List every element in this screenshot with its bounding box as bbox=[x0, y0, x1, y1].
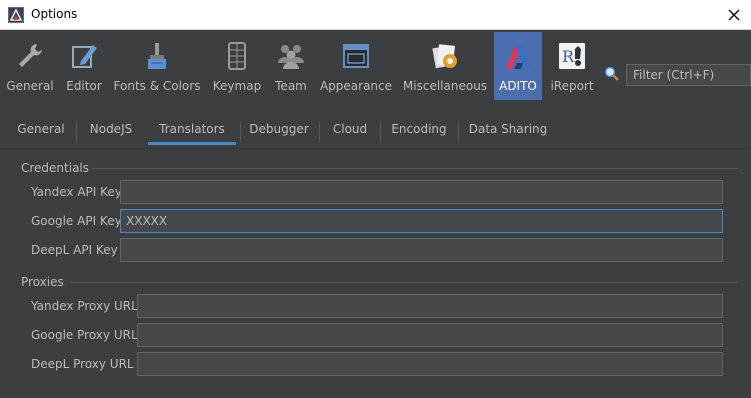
yandex-api-key-field[interactable] bbox=[120, 180, 723, 204]
tab-label: Data Sharing bbox=[468, 122, 548, 136]
section-divider bbox=[70, 282, 738, 283]
tab-cloud[interactable]: Cloud bbox=[323, 113, 377, 145]
yandex-proxy-url-label: Yandex Proxy URL bbox=[31, 299, 138, 313]
tab-nodejs[interactable]: NodeJS bbox=[80, 113, 142, 145]
google-api-key-field[interactable] bbox=[120, 209, 723, 233]
window-title: Options bbox=[31, 7, 78, 21]
category-fonts-colors[interactable]: Fonts & Colors bbox=[113, 32, 201, 100]
tab-label: Translators bbox=[159, 122, 225, 136]
close-icon bbox=[728, 9, 740, 21]
category-editor[interactable]: Editor bbox=[63, 32, 105, 100]
credentials-section-title: Credentials bbox=[21, 161, 90, 175]
category-toolbar: General Editor Fonts & Colors Keymap Tea… bbox=[0, 30, 751, 100]
wrench-icon bbox=[14, 40, 46, 72]
category-label: Keymap bbox=[212, 79, 262, 93]
category-label: Team bbox=[275, 79, 307, 93]
section-divider bbox=[92, 168, 738, 169]
tab-separator bbox=[240, 121, 241, 143]
ireport-icon: R bbox=[556, 40, 588, 72]
deepl-proxy-url-field[interactable] bbox=[137, 352, 723, 376]
tab-separator bbox=[76, 121, 77, 143]
search-icon bbox=[604, 66, 619, 81]
miscellaneous-icon bbox=[429, 40, 461, 72]
google-api-key-label: Google API Key bbox=[31, 214, 122, 228]
category-label: ADITO bbox=[499, 79, 537, 93]
category-label: Appearance bbox=[319, 79, 393, 93]
tab-general[interactable]: General bbox=[10, 113, 72, 145]
category-label: Editor bbox=[66, 79, 102, 93]
tab-encoding[interactable]: Encoding bbox=[384, 113, 454, 145]
category-label: iReport bbox=[550, 79, 594, 93]
filter-input[interactable] bbox=[626, 64, 751, 86]
category-label: Miscellaneous bbox=[402, 79, 488, 93]
category-keymap[interactable]: Keymap bbox=[211, 32, 263, 100]
pencil-icon bbox=[68, 40, 100, 72]
tab-translators[interactable]: Translators bbox=[148, 113, 236, 145]
category-label: Fonts & Colors bbox=[113, 79, 201, 93]
category-general[interactable]: General bbox=[3, 32, 57, 100]
yandex-api-key-label: Yandex API Key bbox=[31, 185, 122, 199]
tab-label: Cloud bbox=[332, 122, 368, 136]
close-button[interactable] bbox=[717, 0, 751, 30]
category-appearance[interactable]: Appearance bbox=[320, 32, 392, 100]
tab-label: General bbox=[17, 122, 65, 136]
category-team[interactable]: Team bbox=[270, 32, 312, 100]
deepl-api-key-label: DeepL API Key bbox=[31, 243, 118, 257]
tab-data-sharing[interactable]: Data Sharing bbox=[462, 113, 554, 145]
category-ireport[interactable]: R iReport bbox=[548, 32, 596, 100]
tab-debugger[interactable]: Debugger bbox=[244, 113, 314, 145]
google-proxy-url-label: Google Proxy URL bbox=[31, 328, 138, 342]
title-bar: Options bbox=[0, 0, 751, 30]
svg-text:R: R bbox=[562, 47, 575, 66]
category-miscellaneous[interactable]: Miscellaneous bbox=[402, 32, 488, 100]
tab-separator bbox=[380, 121, 381, 143]
active-tab-indicator bbox=[148, 142, 236, 145]
keyboard-icon bbox=[221, 40, 253, 72]
yandex-proxy-url-field[interactable] bbox=[137, 294, 723, 318]
adito-logo-icon bbox=[502, 40, 534, 72]
appearance-icon bbox=[340, 40, 372, 72]
paint-brush-icon bbox=[141, 40, 173, 72]
category-adito[interactable]: ADITO bbox=[494, 32, 542, 100]
google-proxy-url-field[interactable] bbox=[137, 323, 723, 347]
deepl-proxy-url-label: DeepL Proxy URL bbox=[31, 357, 134, 371]
subtab-bar: General NodeJS Translators Debugger Clou… bbox=[0, 113, 751, 149]
tab-label: Debugger bbox=[249, 122, 309, 136]
tab-separator bbox=[319, 121, 320, 143]
tab-label: Encoding bbox=[391, 122, 447, 136]
deepl-api-key-field[interactable] bbox=[120, 238, 723, 262]
tab-separator bbox=[458, 121, 459, 143]
team-icon bbox=[275, 40, 307, 72]
app-icon bbox=[8, 7, 24, 23]
tab-label: NodeJS bbox=[89, 122, 133, 136]
proxies-section-title: Proxies bbox=[21, 275, 64, 289]
category-label: General bbox=[6, 79, 54, 93]
